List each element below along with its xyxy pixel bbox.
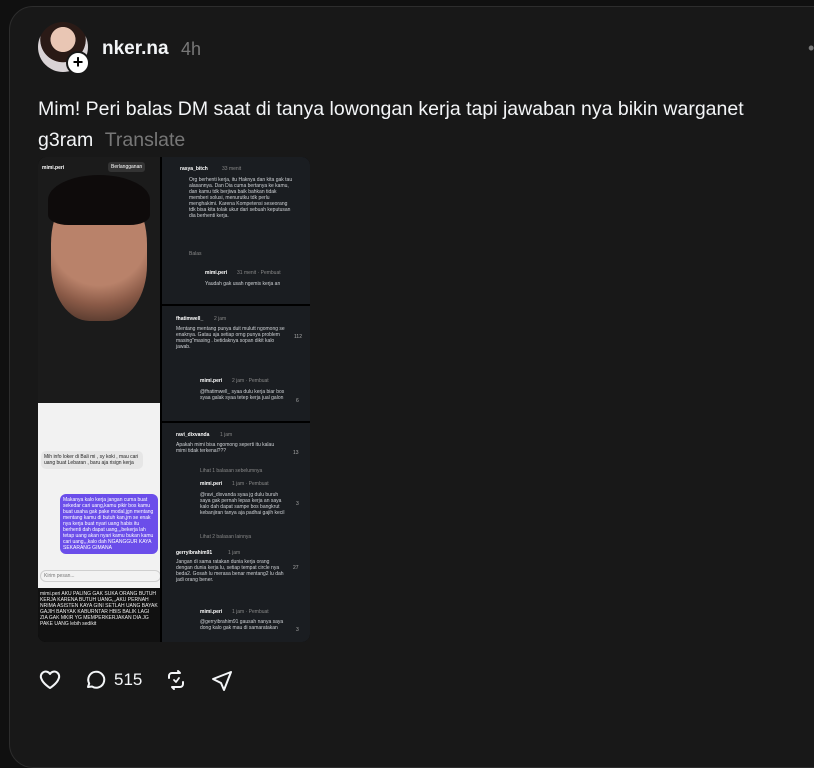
dm-reply: Makanya kalo kerja jangan cuma buat seke… xyxy=(60,494,158,554)
reply-text: Yaudah gak usah ngemis kerja an xyxy=(205,281,281,287)
more-replies: Lihat 2 balasan lainnya xyxy=(200,534,252,540)
reply-count: 515 xyxy=(114,670,143,689)
comment-text: Jangan di sama ratakan dunia kerja orang… xyxy=(176,559,284,583)
post-time: 4h xyxy=(181,39,202,59)
profile-handle: mimi.peri xyxy=(42,165,65,171)
username[interactable]: nker.na xyxy=(102,38,169,60)
comment-user: gerryibrahim91 xyxy=(176,550,213,556)
comment-likes: 112 xyxy=(294,334,302,340)
heart-icon xyxy=(39,670,61,689)
comment-likes: 27 xyxy=(293,565,299,571)
reply-time: 2 jam · Pembuat xyxy=(232,378,269,384)
reply-text: @ravi_dixvanda syaa jg dulu buruh saya g… xyxy=(200,492,285,516)
repost-button[interactable] xyxy=(164,668,188,692)
dm-panel: Mih info loker di Bali mi , sy koki , ma… xyxy=(38,403,160,588)
comment-user: rasya_bitch xyxy=(180,166,208,172)
profile-photo-panel: mimi.peri Berlangganan xyxy=(38,157,160,403)
post-image[interactable]: mimi.peri Berlangganan Mih info loker di… xyxy=(38,157,310,642)
comment-panel-4: gerryibrahim91 1 jam Jangan di sama rata… xyxy=(162,547,310,642)
subscribe-button: Berlangganan xyxy=(108,162,146,172)
comment-reply: Balas xyxy=(189,251,202,257)
repost-icon xyxy=(168,670,185,690)
reply-time: 31 menit · Pembuat xyxy=(237,270,281,276)
threads-feed: + nker.na 4h • Mim! Peri balas DM saat d… xyxy=(0,0,814,768)
comment-likes: 13 xyxy=(293,450,299,456)
reply-time: 1 jam · Pembuat xyxy=(232,609,269,615)
reply-likes: 6 xyxy=(296,398,299,404)
comment-text: Mentang mentang punya duit mulutt ngomon… xyxy=(176,326,285,350)
post-caption: Mim! Peri balas DM saat di tanya lowonga… xyxy=(38,94,798,156)
reply-text: @fhatimwell_ syaa dulu kerja biar bos sy… xyxy=(200,389,285,401)
more-icon[interactable]: • xyxy=(808,38,814,59)
reply-user: mimi.peri xyxy=(205,270,228,276)
bottom-text: mimi.peri AKU PALING GAK SUKA ORANG BUTU… xyxy=(40,591,158,627)
post-actions: 515 xyxy=(38,668,256,692)
share-button[interactable] xyxy=(210,668,234,692)
translate-link[interactable]: Translate xyxy=(105,129,186,151)
like-button[interactable] xyxy=(38,668,62,692)
more-replies: Lihat 1 balasan sebelumnya xyxy=(200,468,263,474)
comment-panel-3: ravi_dixvanda 1 jam Apakah mimi bisa ngo… xyxy=(162,423,310,547)
reply-user: mimi.peri xyxy=(200,378,223,384)
reply-likes: 3 xyxy=(296,501,299,507)
comment-user: ravi_dixvanda xyxy=(176,432,210,438)
follow-plus-icon[interactable]: + xyxy=(66,51,90,75)
reply-button[interactable]: 515 xyxy=(84,668,142,692)
comment-time: 1 jam xyxy=(220,432,233,438)
dm-input: Kirim pesan... xyxy=(40,570,160,582)
dm-question: Mih info loker di Bali mi , sy koki , ma… xyxy=(41,451,143,469)
comment-panel-1: rasya_bitch 33 menit Org berhenti kerja,… xyxy=(162,157,310,304)
reply-time: 1 jam · Pembuat xyxy=(232,481,269,487)
comment-panel-2: fhatimwell_ 2 jam Mentang mentang punya … xyxy=(162,306,310,421)
reply-likes: 3 xyxy=(296,627,299,633)
hair-photo xyxy=(48,175,150,225)
comment-text: Org berhenti kerja, itu Haknya dan kita … xyxy=(189,177,293,219)
comment-icon xyxy=(87,670,106,689)
reply-user: mimi.peri xyxy=(200,609,223,615)
reply-user: mimi.peri xyxy=(200,481,223,487)
comment-user: fhatimwell_ xyxy=(176,316,204,322)
send-icon xyxy=(212,671,233,691)
comment-time: 33 menit xyxy=(222,166,242,172)
comment-time: 2 jam xyxy=(214,316,227,322)
comment-time: 1 jam xyxy=(228,550,241,556)
reply-text: @gerryibrahim91 gausah nanya saya dong k… xyxy=(200,619,284,631)
comment-text: Apakah mimi bisa ngomong seperti itu kal… xyxy=(176,442,275,454)
caption-panel: mimi.peri AKU PALING GAK SUKA ORANG BUTU… xyxy=(38,588,160,642)
